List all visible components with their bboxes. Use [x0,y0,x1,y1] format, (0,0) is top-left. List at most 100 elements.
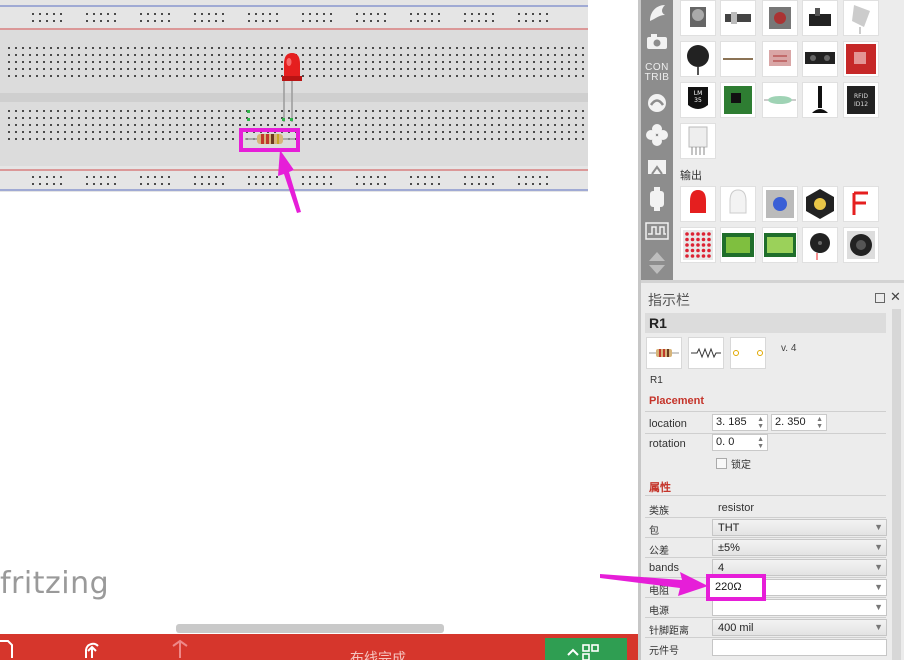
family-label: 类族 [649,506,669,517]
location-label: location [649,418,687,430]
core-parts-icon[interactable] [643,0,671,26]
breadboard-view-thumb[interactable] [646,337,682,369]
part-tile-rfid-board[interactable] [843,41,879,77]
flower-parts-icon[interactable] [643,122,671,148]
part-tile-temp-breakout[interactable] [720,82,756,118]
chip-parts-icon[interactable] [643,154,671,180]
package-label: 包 [649,526,659,537]
document-icon[interactable] [0,638,16,658]
part-tile-potentiometer[interactable] [680,0,716,36]
spin-arrows-icon[interactable]: ▲ ▼ [757,436,764,450]
part-label: R1 [650,375,663,386]
signal-parts-icon[interactable] [643,218,671,244]
inspector-scrollbar[interactable] [892,309,901,660]
chevron-down-icon[interactable]: ▼ [874,522,883,532]
chevron-down-icon[interactable]: ▼ [874,562,883,572]
location-y-spinbox[interactable]: 2. 350 ▲ ▼ [771,414,827,431]
part-tile-distance-sensor[interactable] [802,41,838,77]
arduino-parts-icon[interactable] [643,186,671,212]
package-select[interactable]: THT ▼ [712,519,887,536]
chevron-down-icon[interactable]: ▼ [874,542,883,552]
part-tile-rfid-id12[interactable]: RFID ID12 [843,82,879,118]
location-x-spinbox[interactable]: 3. 185 ▲ ▼ [712,414,768,431]
parts-bin-tabs: CON TRIB [641,0,673,280]
divider [645,411,886,412]
close-icon[interactable]: ✕ [890,289,901,305]
part-tile-seven-segment[interactable] [843,186,879,222]
tolerance-select[interactable]: ±5% ▼ [712,539,887,556]
part-tile-power-led[interactable] [802,186,838,222]
contrib-tab-line2: TRIB [644,72,670,83]
float-panel-icon[interactable] [875,293,885,303]
part-tile-lm35[interactable]: LM 35 [680,82,716,118]
location-y-value: 2. 350 [775,416,806,428]
svg-text:RFID: RFID [854,93,868,100]
part-tile-tilt-switch[interactable] [843,0,879,36]
share-upload-icon[interactable] [82,638,102,658]
pin-spacing-value: 400 mil [718,622,754,634]
part-tile-slide-switch[interactable] [720,0,756,36]
part-number-input[interactable] [712,639,887,656]
bottom-toolbar: 布线完成 [0,634,638,660]
properties-heading: 属性 [649,481,671,494]
canvas-pointer-arrow [278,150,301,213]
mine-parts-icon[interactable] [643,28,671,54]
rotation-spinbox[interactable]: 0. 0 ▲ ▼ [712,434,768,451]
inspector-panel: 指示栏 ✕ R1 v. 4 R1 Placement location 3. 1… [641,280,904,660]
flip-icon[interactable] [170,638,190,658]
parts-bin: CON TRIB LM 35 RFID ID12 输出 [641,0,904,280]
grid-view-button[interactable] [545,638,627,660]
fritzing-logo: fritzing [0,566,110,601]
part-tile-photocell[interactable] [762,41,798,77]
part-tile-speaker[interactable] [843,227,879,263]
part-tile-lcd-large[interactable] [762,227,798,263]
pin-spacing-select[interactable]: 400 mil ▼ [712,619,887,636]
spin-arrows-icon[interactable]: ▲ ▼ [816,416,823,430]
svg-text:LM: LM [694,90,703,97]
breadboard-canvas[interactable]: fritzing [0,0,638,634]
location-x-value: 3. 185 [716,416,747,428]
spin-arrows-icon[interactable]: ▲ ▼ [757,416,764,430]
chevron-down-icon[interactable]: ▼ [874,602,883,612]
divider [645,537,886,538]
svg-text:ID12: ID12 [854,101,868,108]
power-label: 电源 [649,606,669,617]
grid-view-icon [567,644,599,660]
part-tile-lcd-small[interactable] [720,227,756,263]
rotation-label: rotation [649,438,686,450]
part-tile-toggle-switch[interactable] [802,0,838,36]
part-tile-reed-switch[interactable] [762,82,798,118]
part-tile-pushbutton[interactable] [762,0,798,36]
divider [645,637,886,638]
part-tile-mercury-switch[interactable] [802,82,838,118]
part-tile-buzzer[interactable] [802,227,838,263]
part-tile-humidity-sensor[interactable] [680,123,716,159]
routing-status-text: 布线完成 [350,650,406,660]
schematic-view-thumb[interactable] [688,337,724,369]
pin-spacing-label: 针脚距离 [649,626,689,637]
family-value: resistor [718,502,755,514]
part-tile-blue-led-module[interactable] [762,186,798,222]
red-led-part[interactable] [281,52,303,86]
resistance-highlight-value: 220Ω [715,581,742,593]
chevron-down-icon[interactable]: ▼ [874,622,883,632]
lock-checkbox[interactable] [716,458,727,469]
part-tile-rgb-led[interactable] [720,186,756,222]
horizontal-scrollbar[interactable] [176,624,444,633]
tolerance-value: ±5% [718,542,740,554]
arrows-parts-icon[interactable] [643,250,671,276]
power-input[interactable]: ▼ [712,599,887,616]
part-tile-red-led[interactable] [680,186,716,222]
part-tile-led-matrix[interactable] [680,227,716,263]
inspector-title: 指示栏 [648,292,690,308]
bands-value: 4 [718,562,725,574]
part-title: R1 [649,315,667,331]
part-tile-flex-sensor[interactable] [720,41,756,77]
part-tile-fsr-sensor[interactable] [680,41,716,77]
contrib-tab[interactable]: CON TRIB [643,60,671,86]
seeed-parts-icon[interactable] [643,90,671,116]
chevron-down-icon[interactable]: ▼ [874,582,883,592]
pcb-view-thumb[interactable] [730,337,766,369]
package-value: THT [718,522,740,534]
divider [645,495,886,496]
